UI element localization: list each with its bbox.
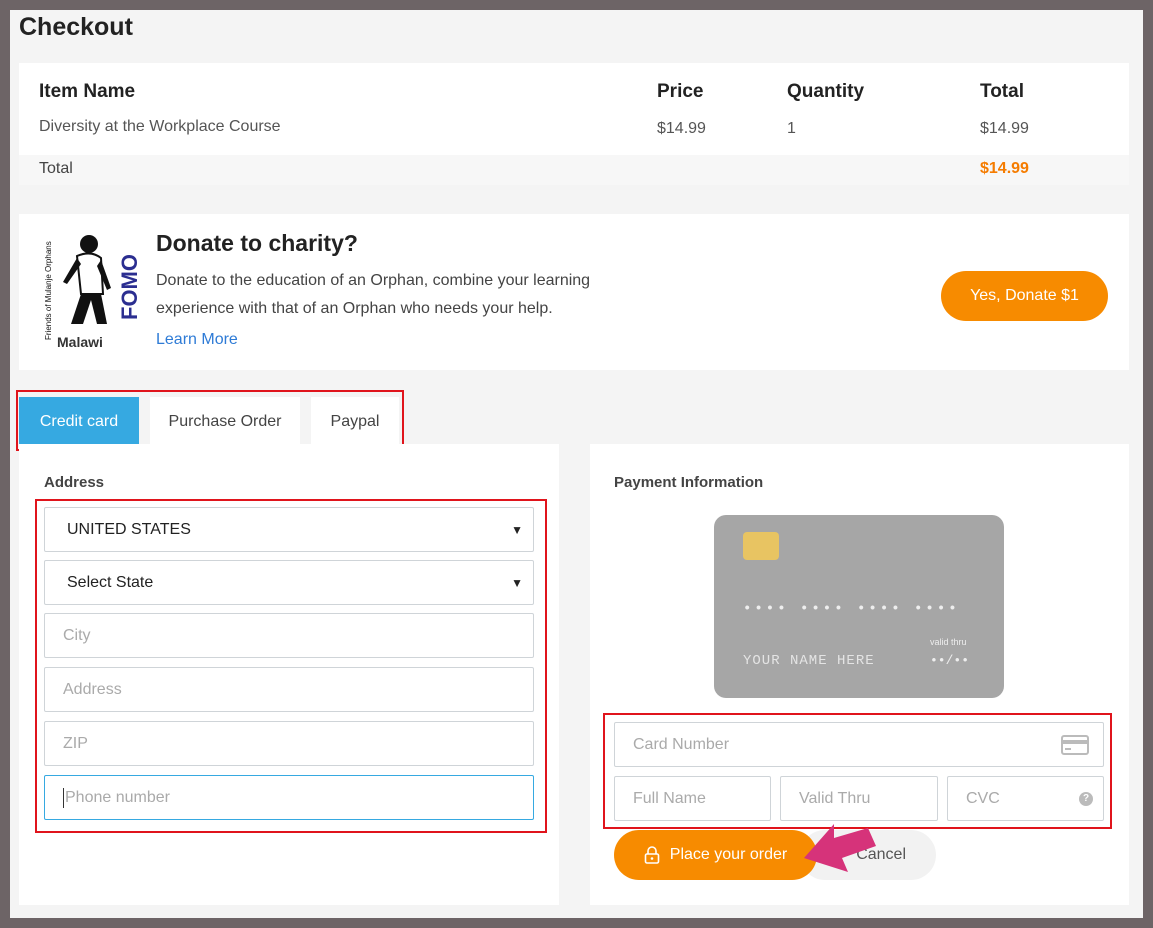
- state-value: Select State: [67, 573, 154, 591]
- item-name: Diversity at the Workplace Course: [39, 118, 281, 135]
- fomo-logo: Friends of Mulanje Orphans FOMO Malawi: [44, 235, 137, 350]
- cvc-input[interactable]: CVC ?: [947, 776, 1104, 821]
- card-number-input[interactable]: Card Number: [614, 722, 1104, 767]
- learn-more-link[interactable]: Learn More: [156, 331, 238, 349]
- header-total: Total: [980, 81, 1024, 102]
- total-label: Total: [39, 160, 73, 177]
- country-select[interactable]: UNITED STATES ▼: [44, 507, 534, 552]
- tab-paypal[interactable]: Paypal: [311, 397, 399, 447]
- header-quantity: Quantity: [787, 81, 865, 102]
- logo-title: FOMO: [117, 254, 137, 320]
- country-value: UNITED STATES: [67, 520, 191, 538]
- phone-placeholder: Phone number: [65, 788, 170, 806]
- help-icon[interactable]: ?: [1079, 791, 1093, 806]
- donate-title: Donate to charity?: [156, 230, 358, 256]
- logo-country: Malawi: [57, 334, 103, 350]
- valid-thru-display: ••/••: [930, 653, 970, 668]
- address-input[interactable]: Address: [44, 667, 534, 712]
- page-title: Checkout: [19, 13, 133, 41]
- card-name-display: YOUR NAME HERE: [743, 653, 875, 669]
- card-number-display: •••• •••• •••• ••••: [743, 601, 960, 617]
- pink-arrow-annotation: [804, 824, 876, 872]
- tab-credit-card[interactable]: Credit card: [19, 397, 139, 447]
- card-number-placeholder: Card Number: [633, 735, 730, 753]
- place-order-label: Place your order: [669, 846, 788, 863]
- total-amount: $14.99: [980, 160, 1029, 177]
- logo-subtitle: Friends of Mulanje Orphans: [44, 241, 53, 340]
- cvc-placeholder: CVC: [966, 789, 1000, 807]
- item-quantity: 1: [787, 120, 796, 137]
- payment-label: Payment Information: [614, 474, 764, 491]
- state-select[interactable]: Select State ▼: [44, 560, 534, 605]
- payment-method-tabs: Credit card Purchase Order Paypal: [16, 390, 404, 451]
- total-row: Total $14.99: [19, 155, 1129, 185]
- address-label: Address: [44, 474, 105, 491]
- text-cursor: [63, 787, 64, 808]
- item-price: $14.99: [657, 120, 706, 137]
- item-total: $14.99: [980, 120, 1029, 137]
- donate-card: Friends of Mulanje Orphans FOMO Malawi D…: [19, 214, 1129, 370]
- donate-button[interactable]: Yes, Donate $1: [941, 271, 1108, 321]
- address-panel: Address UNITED STATES ▼ Select State ▼ C…: [19, 444, 559, 905]
- tab-purchase-order[interactable]: Purchase Order: [150, 397, 300, 447]
- city-input[interactable]: City: [44, 613, 534, 658]
- order-summary-table: Item Name Price Quantity Total Diversity…: [19, 63, 1129, 185]
- checkout-page: Checkout Item Name Price Quantity Total …: [10, 10, 1143, 918]
- header-item-name: Item Name: [39, 81, 136, 102]
- credit-card-icon: [1061, 734, 1089, 755]
- header-price: Price: [657, 81, 704, 102]
- full-name-input[interactable]: Full Name: [614, 776, 771, 821]
- phone-input[interactable]: Phone number: [44, 775, 534, 820]
- credit-card-preview: •••• •••• •••• •••• YOUR NAME HERE valid…: [714, 515, 1004, 698]
- donate-description: Donate to the education of an Orphan, co…: [156, 272, 591, 317]
- lock-icon: [644, 846, 660, 864]
- payment-panel: Payment Information •••• •••• •••• •••• …: [590, 444, 1129, 905]
- card-chip-icon: [743, 532, 779, 560]
- valid-thru-label: valid thru: [930, 637, 967, 647]
- zip-input[interactable]: ZIP: [44, 721, 534, 766]
- chevron-down-icon: ▼: [511, 522, 523, 537]
- chevron-down-icon: ▼: [511, 575, 523, 590]
- place-order-button[interactable]: Place your order: [614, 830, 817, 880]
